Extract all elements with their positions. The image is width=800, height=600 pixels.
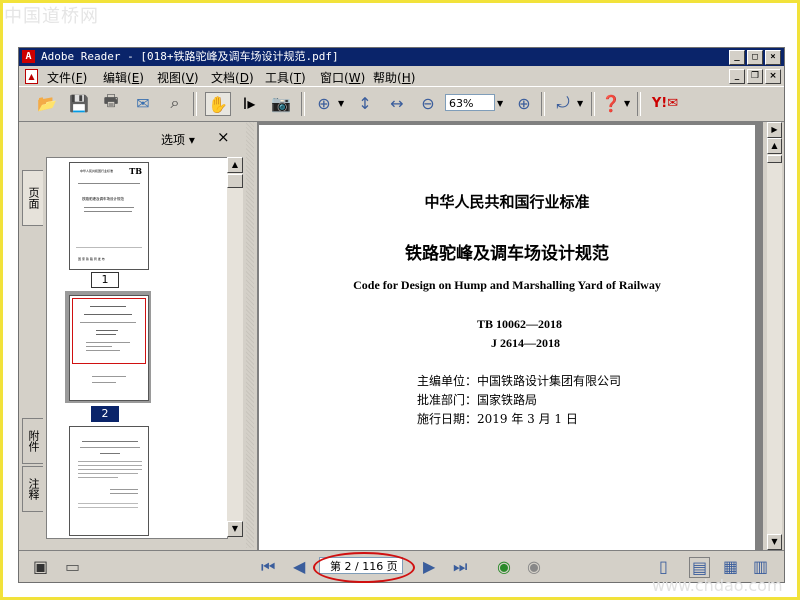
maximize-button[interactable]: □: [747, 50, 763, 65]
doc-restore-button[interactable]: ❐: [747, 69, 763, 84]
doc-scroll-up-icon[interactable]: ▲: [767, 138, 782, 154]
doc-heading: 中华人民共和国行业标准: [424, 193, 590, 211]
hand-icon[interactable]: ✋: [205, 92, 231, 116]
go-forward-icon[interactable]: ◉: [527, 557, 541, 576]
help-dropdown-icon[interactable]: ▼: [624, 99, 630, 108]
doc-info-date: 施行日期：2019 年 3 月 1 日: [417, 412, 578, 426]
page-size-icon[interactable]: ▭: [65, 557, 80, 576]
close-button[interactable]: ×: [765, 50, 781, 65]
tab-attachments[interactable]: 附件: [22, 418, 43, 464]
menu-document[interactable]: 文档(D): [211, 69, 254, 86]
screen-icon[interactable]: ▣: [33, 557, 48, 576]
window-title: Adobe Reader - [018+铁路驼峰及调车场设计规范.pdf]: [41, 50, 339, 63]
watermark-bottom: www.chdao.com: [652, 576, 783, 595]
save-icon[interactable]: 💾: [67, 92, 91, 114]
page-number-2[interactable]: 2: [91, 406, 119, 422]
options-menu-button[interactable]: 选项 ▾: [161, 131, 195, 148]
menu-file[interactable]: 文件(F): [47, 69, 87, 86]
zoom-in-tool-icon[interactable]: ⊕: [312, 92, 336, 114]
doc-close-button[interactable]: ×: [765, 69, 781, 84]
menu-view[interactable]: 视图(V): [157, 69, 199, 86]
menu-bar: ▲ 文件(F) 编辑(E) 视图(V) 文档(D) 工具(T) 窗口(W) 帮助…: [19, 67, 784, 85]
thumbnail-page-2[interactable]: [69, 295, 149, 401]
snapshot-icon[interactable]: 📷: [269, 92, 293, 114]
thumbnail-scrollbar[interactable]: ▲ ▼: [227, 157, 243, 537]
title-bar: A Adobe Reader - [018+铁路驼峰及调车场设计规范.pdf] …: [19, 48, 784, 66]
scroll-up-icon[interactable]: ▲: [227, 157, 243, 173]
doc-minimize-button[interactable]: _: [729, 69, 745, 84]
fit-page-icon[interactable]: ↕: [353, 92, 377, 114]
menu-window[interactable]: 窗口(W): [320, 69, 365, 86]
doc-title-cn: 铁路驼峰及调车场设计规范: [405, 244, 609, 264]
document-scrollbar[interactable]: ▶ ▲ ▼: [767, 122, 782, 550]
highlight-ellipse: [313, 552, 415, 583]
thumbnail-list: TB 中华人民共和国行业标准 铁路驼峰及调车场设计规范 国 家 铁 路 局 发 …: [46, 157, 228, 539]
print-icon[interactable]: 🖶: [99, 91, 123, 114]
continuous-icon[interactable]: ▤: [689, 557, 711, 578]
app-window: A Adobe Reader - [018+铁路驼峰及调车场设计规范.pdf] …: [18, 47, 785, 583]
doc-info-editor: 主编单位：中国铁路设计集团有限公司: [417, 374, 622, 388]
pdf-document-icon: ▲: [25, 69, 38, 84]
watermark-top: 中国道桥网: [4, 6, 99, 27]
first-page-icon[interactable]: ⏮: [261, 557, 275, 577]
tab-comments[interactable]: 注释: [22, 466, 43, 512]
zoom-plus-icon[interactable]: ⊕: [512, 92, 536, 114]
pdf-page: 中华人民共和国行业标准 铁路驼峰及调车场设计规范 Code for Design…: [259, 125, 755, 553]
scroll-right-icon[interactable]: ▶: [767, 122, 782, 138]
open-icon[interactable]: 📂: [35, 92, 59, 114]
minimize-button[interactable]: _: [729, 50, 745, 65]
help-icon[interactable]: ❓: [599, 92, 623, 114]
go-back-icon[interactable]: ◉: [497, 557, 511, 576]
menu-help[interactable]: 帮助(H): [373, 69, 415, 86]
thumbnail-page-1[interactable]: TB 中华人民共和国行业标准 铁路驼峰及调车场设计规范 国 家 铁 路 局 发 …: [69, 162, 149, 270]
navigation-tabs: 页面 附件 注释: [20, 122, 43, 548]
doc-title-en: Code for Design on Hump and Marshalling …: [353, 278, 661, 292]
single-page-icon[interactable]: ▯: [659, 557, 668, 576]
doc-scroll-thumb[interactable]: [767, 155, 782, 163]
doc-scroll-down-icon[interactable]: ▼: [767, 534, 782, 550]
panel-splitter[interactable]: [246, 122, 254, 548]
zoom-out-icon[interactable]: ⊖: [416, 92, 440, 114]
close-panel-icon[interactable]: ×: [217, 128, 230, 146]
menu-edit[interactable]: 编辑(E): [103, 69, 144, 86]
yahoo-icon[interactable]: Y!✉: [647, 92, 683, 114]
previous-page-icon[interactable]: ◀: [293, 557, 305, 576]
page-number-1[interactable]: 1: [91, 272, 119, 288]
document-view: 中华人民共和国行业标准 铁路驼峰及调车场设计规范 Code for Design…: [257, 122, 763, 553]
menu-tools[interactable]: 工具(T): [265, 69, 306, 86]
tab-pages[interactable]: 页面: [22, 170, 43, 226]
zoom-dropdown-icon[interactable]: ▼: [497, 99, 503, 108]
scroll-down-icon[interactable]: ▼: [227, 521, 243, 537]
doc-code-tb: TB 10062—2018: [477, 317, 563, 331]
thumbnail-page-3[interactable]: [69, 426, 149, 536]
doc-code-j: J 2614—2018: [491, 336, 560, 350]
email-icon[interactable]: ✉: [131, 92, 155, 114]
select-text-icon[interactable]: I▸: [237, 92, 261, 114]
next-page-icon[interactable]: ▶: [423, 557, 435, 576]
last-page-icon[interactable]: ⏭: [453, 557, 467, 577]
scroll-thumb[interactable]: [227, 174, 243, 188]
adobe-reader-icon: A: [22, 50, 35, 63]
rotate-icon[interactable]: ⤾: [551, 92, 575, 114]
facing-icon[interactable]: ▦: [723, 557, 738, 576]
zoom-tool-dropdown-icon[interactable]: ▼: [338, 99, 344, 108]
search-icon[interactable]: ⌕: [163, 92, 187, 114]
zoom-level-input[interactable]: 63%: [445, 94, 495, 111]
fit-width-icon[interactable]: ↔: [385, 92, 409, 114]
rotate-dropdown-icon[interactable]: ▼: [577, 99, 583, 108]
pages-panel: 选项 ▾ × TB 中华人民共和国行业标准 铁路驼峰及调车场设计规范 国 家 铁…: [43, 122, 243, 548]
continuous-facing-icon[interactable]: ▥: [753, 557, 768, 576]
doc-info-approver: 批准部门：国家铁路局: [417, 393, 538, 407]
toolbar: 📂 💾 🖶 ✉ ⌕ ✋ I▸ 📷 ⊕ ▼ ↕ ↔ ⊖ 63% ▼ ⊕ ⤾ ▼ ❓…: [19, 86, 784, 122]
